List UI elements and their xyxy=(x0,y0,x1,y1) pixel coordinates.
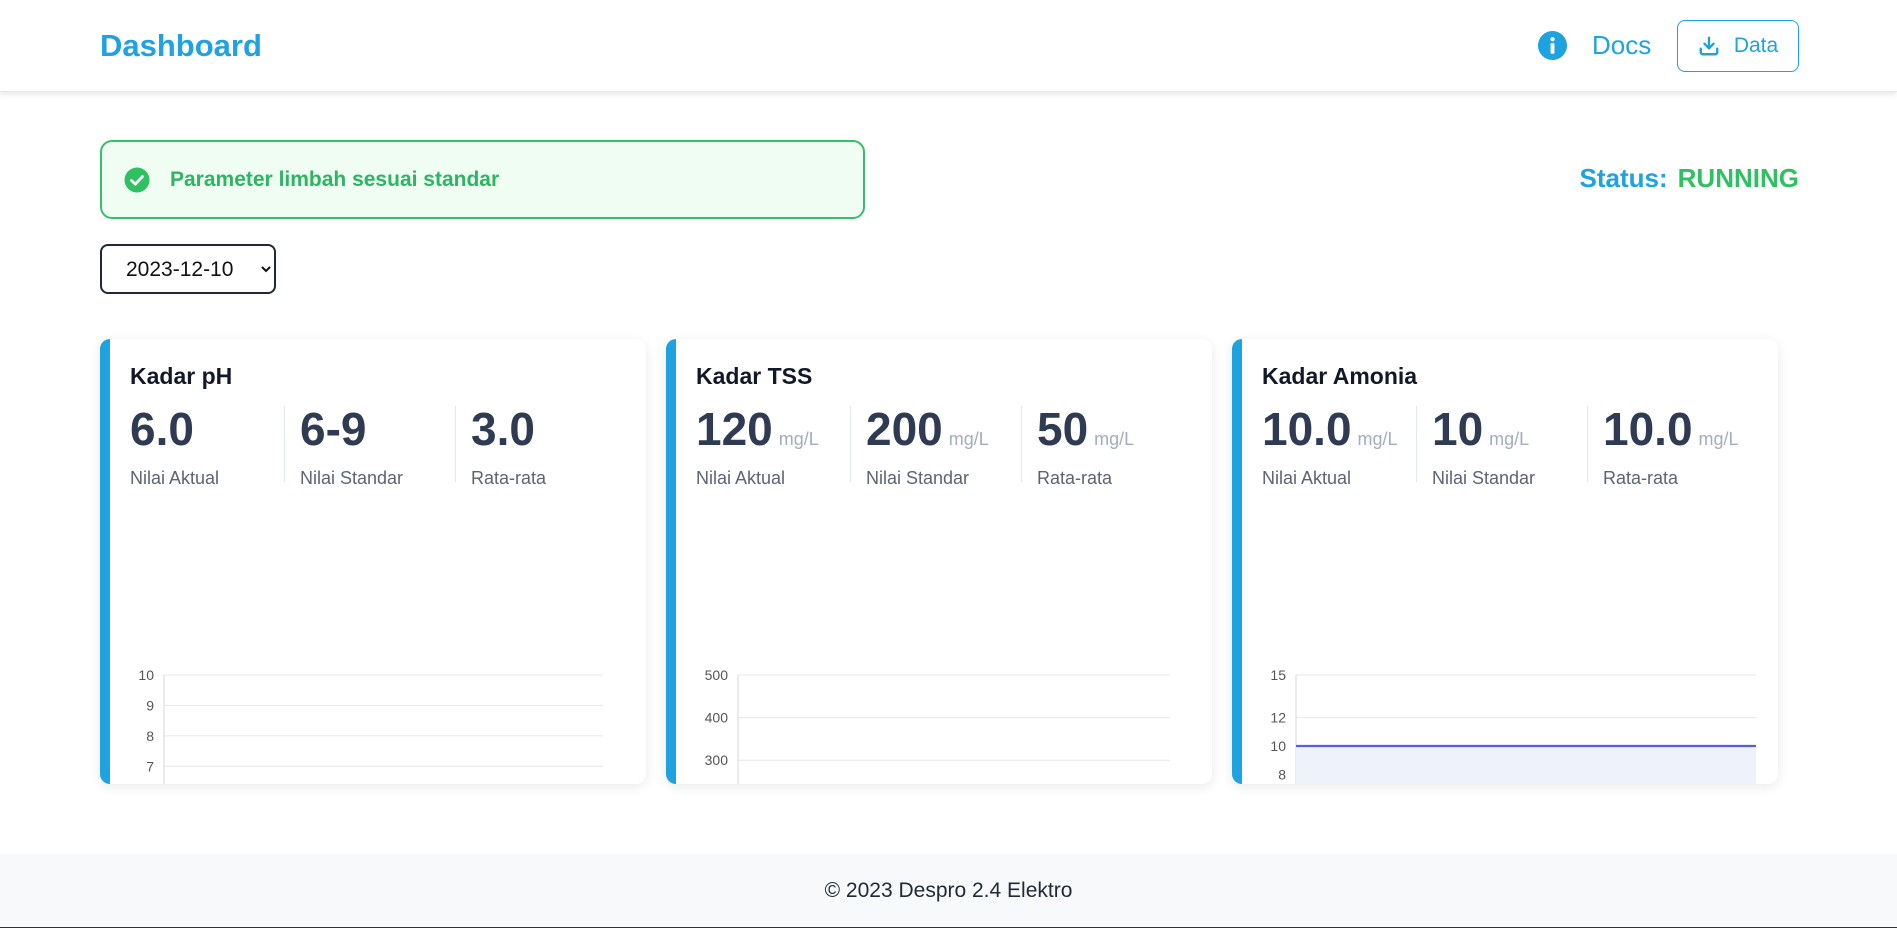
metric-label: Nilai Aktual xyxy=(130,468,220,488)
y-tick-label: 15 xyxy=(1270,667,1286,683)
y-tick-label: 8 xyxy=(1278,766,1286,782)
success-alert: Parameter limbah sesuai standar xyxy=(100,140,865,219)
metric-label: Rata-rata xyxy=(1603,468,1679,488)
metric-actual: 10.0 mg/L Nilai Aktual xyxy=(1262,403,1432,488)
metric-label: Nilai Standar xyxy=(1432,468,1536,488)
card-title: Kadar pH xyxy=(130,363,233,389)
info-icon[interactable] xyxy=(1537,30,1568,61)
top-navbar: Dashboard Docs Data xyxy=(0,0,1897,92)
metric-divider xyxy=(284,406,285,482)
metric-average: 3.0 Rata-rata xyxy=(471,403,641,488)
metric-divider xyxy=(1587,406,1588,482)
chart-tss: 010020030040050009.1209.13 xyxy=(705,667,1170,784)
metric-divider xyxy=(1021,406,1022,482)
metric-value: 50 xyxy=(1037,403,1089,455)
y-tick-label: 300 xyxy=(705,752,729,768)
metric-label: Rata-rata xyxy=(471,468,547,488)
status-value: RUNNING xyxy=(1677,163,1799,193)
download-icon xyxy=(1699,36,1719,56)
metric-unit: mg/L xyxy=(1489,429,1530,449)
metric-divider xyxy=(455,406,456,482)
card-tss: Kadar TSS 120 mg/L Nilai Aktual 200 mg/L N… xyxy=(666,339,1212,784)
metric-value: 6.0 xyxy=(130,403,194,455)
status-label: Status: xyxy=(1579,163,1668,193)
metric-actual: 6.0 Nilai Aktual xyxy=(130,403,300,488)
metric-label: Nilai Standar xyxy=(866,468,970,488)
metric-value: 200 xyxy=(866,403,943,455)
y-tick-label: 7 xyxy=(146,758,154,774)
series-area xyxy=(1296,746,1756,784)
alert-message: Parameter limbah sesuai standar xyxy=(170,167,500,191)
y-tick-label: 8 xyxy=(146,728,154,744)
y-tick-label: 500 xyxy=(705,667,729,683)
metric-unit: mg/L xyxy=(1094,429,1135,449)
metric-label: Rata-rata xyxy=(1037,468,1113,488)
metric-standard: 10 mg/L Nilai Standar xyxy=(1432,403,1602,488)
date-select[interactable]: 2023-12-10 xyxy=(100,244,276,294)
metric-value: 120 xyxy=(696,403,773,455)
check-circle-icon xyxy=(124,167,150,192)
metric-actual: 120 mg/L Nilai Aktual xyxy=(696,403,866,488)
metric-average: 10.0 mg/L Rata-rata xyxy=(1603,403,1773,488)
metric-label: Nilai Aktual xyxy=(696,468,786,488)
chart-ph: 34567891009.1209.13 xyxy=(138,667,603,784)
y-tick-label: 400 xyxy=(705,710,729,726)
card-ph: Kadar pH 6.0 Nilai Aktual 6-9 Nilai Stan… xyxy=(100,339,646,784)
metric-standard: 6-9 Nilai Standar xyxy=(300,403,470,488)
metric-standard: 200 mg/L Nilai Standar xyxy=(866,403,1036,488)
series-group xyxy=(1296,744,1756,784)
metric-value: 10.0 xyxy=(1603,403,1693,455)
brand-title[interactable]: Dashboard xyxy=(100,28,262,64)
y-tick-label: 10 xyxy=(138,667,154,683)
footer-text: © 2023 Despro 2.4 Elektro xyxy=(824,878,1073,902)
y-tick-label: 12 xyxy=(1270,710,1286,726)
metric-unit: mg/L xyxy=(1698,429,1739,449)
metric-unit: mg/L xyxy=(778,429,819,449)
card-amonia: Kadar Amonia 10.0 mg/L Nilai Aktual 10 mg/… xyxy=(1232,339,1778,784)
metric-label: Nilai Aktual xyxy=(1262,468,1352,488)
system-status: Status: RUNNING xyxy=(1580,163,1799,194)
download-data-button[interactable]: Data xyxy=(1677,20,1799,72)
metric-value: 3.0 xyxy=(471,403,535,455)
y-tick-label: 9 xyxy=(146,697,154,713)
chart-amonia: 0246810121509.1209.13 xyxy=(1270,667,1756,784)
metric-label: Nilai Standar xyxy=(300,468,404,488)
y-tick-label: 10 xyxy=(1270,738,1286,754)
metric-average: 50 mg/L Rata-rata xyxy=(1037,403,1207,488)
metric-divider xyxy=(1416,406,1417,482)
card-title: Kadar TSS xyxy=(696,363,813,389)
metric-unit: mg/L xyxy=(948,429,989,449)
metric-value: 10.0 xyxy=(1262,403,1352,455)
metric-divider xyxy=(850,406,851,482)
docs-link[interactable]: Docs xyxy=(1592,30,1651,61)
metric-unit: mg/L xyxy=(1357,429,1398,449)
metric-value: 10 xyxy=(1432,403,1484,455)
metric-value: 6-9 xyxy=(300,403,367,455)
download-data-label: Data xyxy=(1733,34,1779,57)
footer: © 2023 Despro 2.4 Elektro xyxy=(0,854,1897,928)
card-title: Kadar Amonia xyxy=(1262,363,1418,389)
